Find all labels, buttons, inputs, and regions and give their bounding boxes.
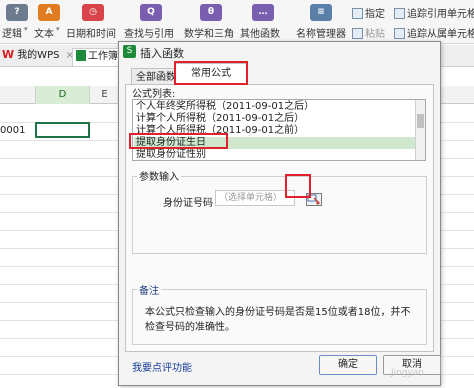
text-icon: A: [38, 4, 60, 21]
selected-cell-d[interactable]: [35, 122, 90, 138]
date-time-label: 日期和时间: [66, 29, 116, 40]
more-functions-button[interactable]: … 其他函数: [240, 2, 286, 42]
formula-item-income-tax-after[interactable]: 计算个人所得税（2011-09-01之后）: [136, 113, 304, 125]
designate-label: 指定: [365, 9, 385, 20]
paste-icon: [352, 28, 363, 39]
name-manager-button[interactable]: ≡ 名称管理器: [296, 2, 348, 42]
highlight-id-birthday: [129, 133, 228, 149]
chevron-down-icon: ▾: [24, 25, 28, 33]
designate-button[interactable]: 指定: [352, 5, 385, 20]
column-header-e[interactable]: E: [90, 86, 120, 104]
formula-list-scrollbar[interactable]: [415, 100, 425, 160]
paste-label: 粘贴: [365, 29, 385, 40]
formula-item-year-end-bonus-tax[interactable]: 个人年终奖所得税（2011-09-01之后）: [136, 101, 314, 113]
spreadsheet-icon: S: [123, 45, 136, 58]
lookup-icon: Q: [140, 4, 162, 21]
tab-my-wps-label: 我的WPS: [17, 50, 60, 61]
note-caption: 备注: [137, 282, 161, 297]
formula-list[interactable]: 个人年终奖所得税（2011-09-01之后） 计算个人所得税（2011-09-0…: [132, 99, 426, 161]
trace-dependents-button[interactable]: 追踪从属单元格: [394, 25, 474, 40]
parameter-input-group: 身份证号码 （选择单元格）: [132, 176, 427, 254]
insert-function-dialog: S 插入函数 全部函数 常用公式 公式列表: 个人年终奖所得税（2011-09-…: [118, 41, 441, 386]
logic-icon: ?: [6, 4, 28, 21]
lookup-label: 查找与引用: [124, 29, 174, 40]
chevron-down-icon: ▾: [56, 25, 60, 33]
column-header-d[interactable]: D: [36, 86, 90, 104]
more-functions-label: 其他函数: [240, 29, 280, 40]
logic-label: 逻辑: [2, 29, 22, 40]
tab-my-wps[interactable]: W 我的WPS ×: [2, 48, 74, 66]
common-formulas-panel: 公式列表: 个人年终奖所得税（2011-09-01之后） 计算个人所得税（201…: [125, 84, 434, 352]
math-icon: θ: [200, 4, 222, 21]
tab-workbook-label: 工作簿2: [88, 51, 122, 62]
wps-logo-icon: W: [2, 48, 15, 61]
trace-dependents-label: 追踪从属单元格: [407, 29, 474, 40]
trace-dependents-icon: [394, 28, 405, 39]
trace-precedents-icon: [394, 8, 405, 19]
lookup-button[interactable]: Q 查找与引用: [124, 2, 176, 42]
ok-button[interactable]: 确定: [319, 355, 377, 375]
trace-precedents-button[interactable]: 追踪引用单元格: [394, 5, 474, 20]
math-trig-button[interactable]: θ 数学和三角: [184, 2, 236, 42]
note-text: 本公式只检查输入的身份证号码是否是15位或者18位，并不检查号码的准确性。: [145, 307, 411, 333]
tab-workbook[interactable]: 工作簿2: [72, 48, 122, 66]
feedback-link[interactable]: 我要点评功能: [132, 359, 192, 374]
corner-header: [0, 86, 36, 104]
formula-item-id-gender[interactable]: 提取身份证性别: [136, 149, 206, 160]
dialog-title-bar[interactable]: S 插入函数: [119, 42, 440, 62]
designate-icon: [352, 8, 363, 19]
watermark: Jingyan: [391, 368, 425, 378]
name-manager-icon: ≡: [310, 4, 332, 21]
paste-button[interactable]: 粘贴: [352, 25, 385, 40]
text-label: 文本: [34, 29, 54, 40]
id-number-label: 身份证号码: [163, 198, 213, 209]
trace-precedents-label: 追踪引用单元格: [407, 9, 474, 20]
spreadsheet-icon: [76, 50, 86, 61]
date-time-button[interactable]: ◷ 日期和时间: [66, 2, 118, 42]
note-group: 本公式只检查输入的身份证号码是否是15位或者18位，并不检查号码的准确性。: [132, 289, 427, 345]
highlight-cell-picker: [285, 174, 311, 198]
dialog-title: 插入函数: [140, 47, 184, 60]
name-manager-label: 名称管理器: [296, 29, 346, 40]
parameter-input-caption: 参数输入: [137, 168, 181, 183]
id-number-input[interactable]: （选择单元格）: [215, 190, 295, 206]
clock-icon: ◷: [82, 4, 104, 21]
scrollbar-thumb[interactable]: [417, 114, 424, 128]
logic-button[interactable]: ? 逻辑 ▾: [2, 2, 32, 42]
highlight-common-tab: [174, 61, 248, 85]
more-functions-icon: …: [252, 4, 274, 21]
formula-list-caption: 公式列表:: [132, 89, 176, 100]
cell-c-value[interactable]: 0001: [0, 125, 25, 136]
math-trig-label: 数学和三角: [184, 29, 234, 40]
ribbon-toolbar: ? 逻辑 ▾ A 文本 ▾ ◷ 日期和时间 Q 查找与引用 θ 数学和三角 … …: [0, 0, 474, 44]
text-button[interactable]: A 文本 ▾: [34, 2, 64, 42]
